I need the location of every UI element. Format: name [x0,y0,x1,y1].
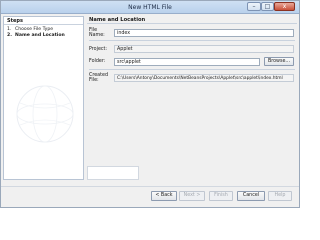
created-file-row: Created File: C:\Users\Antony\Documents\… [89,73,294,83]
file-name-input[interactable]: index [114,29,294,37]
message-area [87,166,139,180]
steps-panel: Steps 1. Choose File Type 2. Name and Lo… [3,16,84,180]
project-row: Project: Applet [89,45,294,53]
minimize-button[interactable]: – [247,2,261,11]
back-button[interactable]: < Back [151,191,177,201]
folder-row: Folder: src\applet Browse... [89,57,294,66]
maximize-button[interactable]: □ [261,2,274,11]
title-bar: New HTML File – □ x [1,1,299,14]
created-file-label: Created File: [89,73,108,83]
next-button[interactable]: Next > [179,191,205,201]
new-html-file-dialog: New HTML File – □ x Steps 1. Choose File… [0,0,300,208]
help-button[interactable]: Help [268,191,292,201]
panel-title: Name and Location [87,16,297,24]
cancel-button[interactable]: Cancel [237,191,265,201]
file-name-row: File Name: index [89,28,294,38]
browse-button[interactable]: Browse... [264,57,294,66]
separator [89,40,295,41]
folder-label: Folder: [89,59,106,64]
button-bar: < Back Next > Finish Cancel Help [1,186,299,206]
steps-list: 1. Choose File Type 2. Name and Location [4,25,83,41]
steps-heading: Steps [4,17,83,25]
step-label: Name and Location [15,33,65,38]
folder-input[interactable]: src\applet [114,57,260,66]
step-item-name-and-location: 2. Name and Location [7,33,80,39]
step-number: 2. [7,33,12,38]
close-button[interactable]: x [274,2,295,11]
project-field: Applet [114,45,294,53]
name-and-location-panel: Name and Location File Name: index Proje… [87,16,297,180]
created-file-field: C:\Users\Antony\Documents\NetBeansProjec… [114,74,294,82]
project-label: Project: [89,46,108,52]
separator [89,69,295,70]
globe-watermark-icon [16,85,74,143]
file-name-label: File Name: [89,28,105,38]
finish-button[interactable]: Finish [209,191,233,201]
